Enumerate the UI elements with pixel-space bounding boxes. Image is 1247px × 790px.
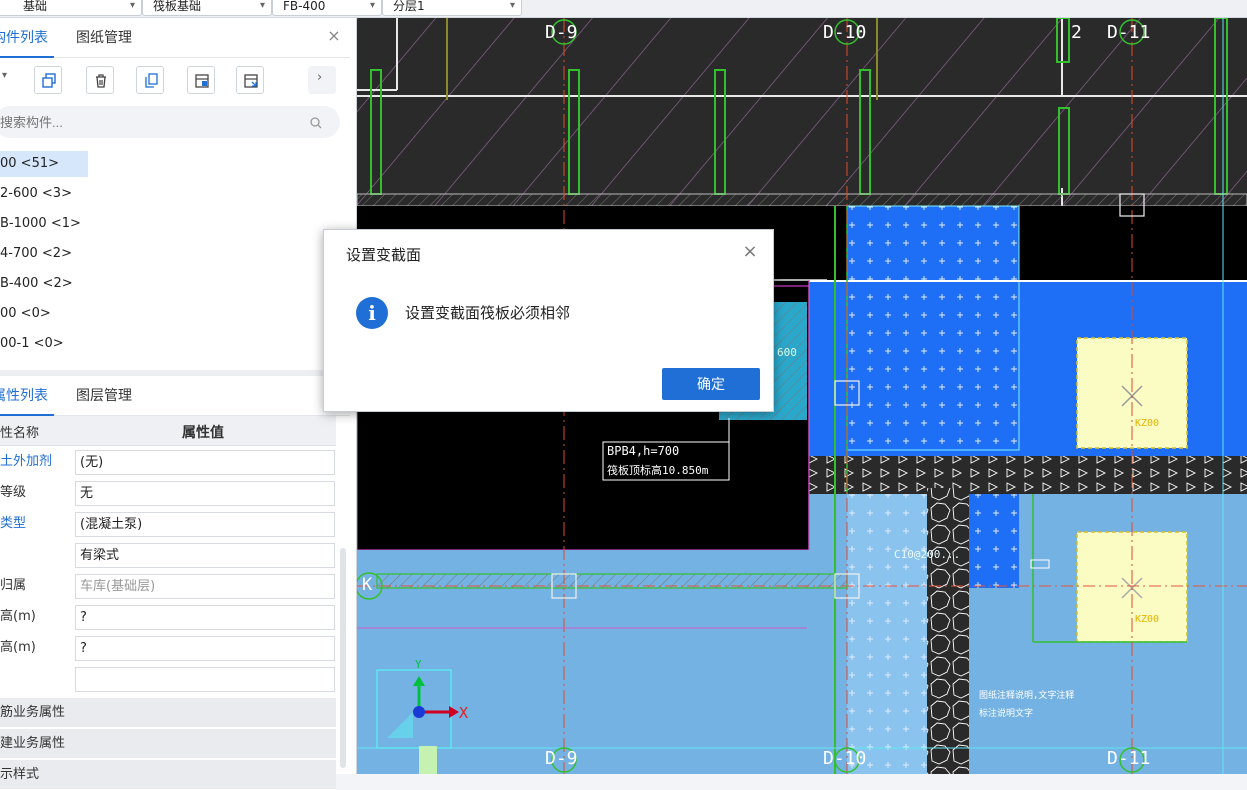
- property-value-field[interactable]: ?: [75, 636, 335, 661]
- list-item[interactable]: 2-600 <3>: [0, 181, 72, 207]
- axis-label: D-9: [545, 22, 578, 43]
- tab-drawing-management[interactable]: 图纸管理: [76, 18, 146, 58]
- property-row: 归属 车库(基础层): [0, 572, 336, 600]
- chevron-down-icon: ▾: [129, 0, 135, 11]
- axis-label: D-10: [823, 22, 867, 43]
- export-icon[interactable]: [236, 66, 264, 94]
- property-panel-tabs: 属性列表 图层管理: [0, 376, 350, 416]
- left-panel: 构件列表 图纸管理 × ▾ › 00 <51> 2-600 <3> B-1000…: [0, 18, 357, 790]
- property-row: 等级 无: [0, 479, 336, 507]
- property-value-field[interactable]: [75, 667, 335, 692]
- property-row: 类型 (混凝土泵): [0, 510, 336, 538]
- property-group-civil[interactable]: 建业务属性: [0, 729, 336, 759]
- chevron-down-icon: ▾: [259, 0, 265, 11]
- ucs-y-label: Y: [415, 658, 422, 671]
- header-property-name: 性名称: [0, 426, 40, 441]
- property-row: 有梁式: [0, 541, 336, 569]
- component-type-value: 筏板基础: [153, 0, 202, 13]
- chevron-down-icon: ▾: [369, 0, 375, 11]
- component-type-select[interactable]: 筏板基础 ▾: [142, 0, 272, 16]
- property-table-header: 性名称 属性值: [0, 416, 336, 446]
- property-value-field[interactable]: (无): [75, 450, 335, 475]
- axis-label: D-10: [823, 748, 867, 769]
- component-name-value: FB-400: [283, 0, 326, 13]
- list-item[interactable]: 00 <0>: [0, 301, 51, 327]
- more-tools-button[interactable]: ›: [308, 66, 336, 94]
- property-name: 土外加剂: [0, 454, 53, 469]
- column-label: KZ00: [1135, 418, 1160, 429]
- dialog-message: 设置变截面筏板必须相邻: [405, 304, 571, 322]
- note-text: 图纸注释说明,文字注释: [979, 691, 1075, 701]
- property-value-field[interactable]: ?: [75, 605, 335, 630]
- search-icon[interactable]: [309, 116, 323, 130]
- chevron-down-icon: ▾: [509, 0, 515, 11]
- tab-layer-management[interactable]: 图层管理: [76, 376, 146, 416]
- new-dropdown-chevron-icon[interactable]: ▾: [0, 66, 14, 94]
- tab-component-list[interactable]: 构件列表: [0, 18, 54, 58]
- property-name: 高(m): [0, 609, 36, 624]
- column-label: KZ00: [1135, 614, 1160, 625]
- floor-type-select[interactable]: 基础 ▾: [0, 0, 142, 16]
- double-chevron-icon: ›: [317, 70, 323, 85]
- list-item[interactable]: 00-1 <0>: [0, 331, 64, 357]
- property-row: 高(m) ?: [0, 634, 336, 662]
- property-row: 高(m) ?: [0, 603, 336, 631]
- axis-label: 2: [1071, 22, 1082, 43]
- rebar-label: C10@200...: [894, 548, 961, 561]
- note-text: 标注说明文字: [979, 709, 1034, 719]
- property-name: 高(m): [0, 640, 36, 655]
- copy-to-floor-icon[interactable]: [136, 66, 164, 94]
- property-value-field[interactable]: 有梁式: [75, 543, 335, 568]
- import-icon[interactable]: [187, 66, 215, 94]
- property-row: 土外加剂 (无): [0, 448, 336, 476]
- property-name: 类型: [0, 516, 27, 531]
- list-item[interactable]: 00 <51>: [0, 151, 88, 177]
- property-value-field[interactable]: (混凝土泵): [75, 512, 335, 537]
- axis-label: D-11: [1107, 22, 1151, 43]
- list-item[interactable]: B-400 <2>: [0, 271, 73, 297]
- property-group-display-style[interactable]: 示样式: [0, 760, 336, 790]
- property-name: 等级: [0, 485, 27, 500]
- raft-elevation-annotation: 筏板顶标高10.850m: [607, 464, 709, 477]
- set-variable-section-dialog: 设置变截面 × i 设置变截面筏板必须相邻 确定: [323, 229, 774, 412]
- list-item[interactable]: 4-700 <2>: [0, 241, 72, 267]
- row-axis-label: K: [362, 575, 373, 595]
- raft-annotation: BPB4,h=700: [607, 444, 680, 458]
- property-row: [0, 665, 336, 693]
- layer-select[interactable]: 分层1 ▾: [382, 0, 522, 16]
- property-group-rebar[interactable]: 筋业务属性: [0, 698, 336, 728]
- component-search-input[interactable]: [0, 106, 340, 138]
- property-scrollbar[interactable]: [340, 548, 346, 768]
- floor-type-value: 基础: [23, 0, 48, 13]
- list-item[interactable]: B-1000 <1>: [0, 211, 81, 237]
- ucs-x-label: X: [459, 704, 469, 722]
- dimension-label: 600: [777, 346, 797, 359]
- dialog-title: 设置变截面: [346, 246, 422, 264]
- property-name: [0, 541, 72, 569]
- delete-icon[interactable]: [86, 66, 114, 94]
- property-value-field[interactable]: 车库(基础层): [75, 574, 335, 599]
- info-icon: i: [356, 297, 388, 329]
- header-property-value: 属性值: [182, 425, 224, 441]
- layer-value: 分层1: [393, 0, 425, 13]
- axis-label: D-9: [545, 748, 578, 769]
- copy-icon[interactable]: [34, 66, 62, 94]
- component-name-select[interactable]: FB-400 ▾: [272, 0, 382, 16]
- close-icon[interactable]: ×: [324, 26, 344, 46]
- property-name: [0, 665, 72, 693]
- component-panel-tabs: 构件列表 图纸管理 ×: [0, 18, 350, 58]
- ok-button[interactable]: 确定: [662, 368, 760, 400]
- tab-property-list[interactable]: 属性列表: [0, 376, 54, 416]
- property-name: 归属: [0, 578, 27, 593]
- axis-label: D-11: [1107, 748, 1151, 769]
- close-icon[interactable]: ×: [739, 241, 761, 263]
- top-toolbar: 基础 ▾ 筏板基础 ▾ FB-400 ▾ 分层1 ▾: [0, 0, 1247, 18]
- property-value-field[interactable]: 无: [75, 481, 335, 506]
